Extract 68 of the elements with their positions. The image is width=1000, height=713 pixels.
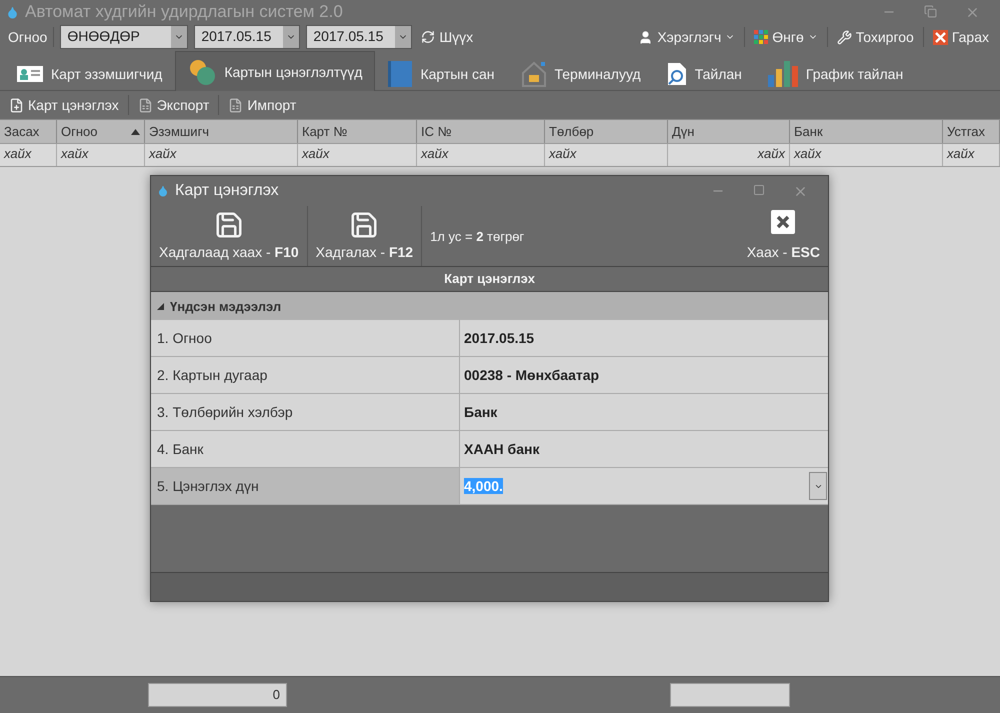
dropdown-button[interactable] xyxy=(809,472,827,500)
close-button[interactable]: Хаах - ESC xyxy=(738,206,828,266)
filter-cell[interactable]: хайх xyxy=(57,144,145,166)
property-value: ХААН банк xyxy=(464,441,540,457)
toolbar-button[interactable]: Карт цэнэглэх xyxy=(6,97,122,113)
save-button[interactable]: Хадгалаад хаах - F10 xyxy=(151,206,308,266)
filter-cell[interactable]: хайх xyxy=(545,144,668,166)
spreadsheet-icon xyxy=(228,98,244,112)
property-value: 2017.05.15 xyxy=(464,330,534,346)
refresh-icon xyxy=(421,30,436,44)
filter-cell[interactable]: хайх xyxy=(668,144,790,166)
date-to-field[interactable]: 2017.05.15 xyxy=(306,25,412,49)
property-label: 2. Картын дугаар xyxy=(151,357,460,393)
filter-cell[interactable]: хайх xyxy=(943,144,1000,166)
user-icon xyxy=(638,30,654,44)
filter-button[interactable]: Шүүх xyxy=(418,29,476,45)
menu-item[interactable]: Өнгө xyxy=(751,29,821,45)
tab[interactable]: Тайлан xyxy=(654,55,755,91)
property-label: 3. Төлбөрийн хэлбэр xyxy=(151,394,460,430)
tab[interactable]: Картын цэнэглэлтүүд xyxy=(175,51,376,91)
menu-item[interactable]: Гарах xyxy=(930,29,992,45)
toolbar-button[interactable]: Экспорт xyxy=(134,97,212,113)
house-icon xyxy=(520,60,546,86)
total-field: 0 xyxy=(148,683,287,707)
id-card-icon xyxy=(17,66,43,82)
save-button[interactable]: Хадгалах - F12 xyxy=(308,206,422,266)
spreadsheet-icon xyxy=(138,98,153,112)
restore-icon[interactable] xyxy=(924,4,937,18)
dialog-title: Карт цэнэглэх xyxy=(175,182,280,200)
date-label: Огноо xyxy=(8,29,48,45)
form-caption: Карт цэнэглэх xyxy=(151,266,828,292)
date-from-field[interactable]: 2017.05.15 xyxy=(194,25,300,49)
close-icon xyxy=(932,30,948,44)
menu-item[interactable]: Хэрэглэгч xyxy=(635,29,738,45)
filter-cell[interactable]: хайх xyxy=(417,144,545,166)
settings-icon xyxy=(836,30,852,44)
tab[interactable]: Карт эзэмшигчид xyxy=(4,55,176,91)
property-value: 00238 - Мөнхбаатар xyxy=(464,367,600,383)
book-icon xyxy=(388,60,412,86)
collapse-icon xyxy=(157,302,164,310)
toolbar-button[interactable]: Импорт xyxy=(225,97,300,113)
drop-icon xyxy=(157,185,169,197)
tab[interactable]: Терминалууд xyxy=(508,55,654,91)
group-header[interactable]: Үндсэн мэдээлэл xyxy=(151,292,828,320)
save-icon xyxy=(214,210,244,240)
rate-text: 1л ус = 2 төгрөг xyxy=(429,228,526,244)
tab[interactable]: Картын сан xyxy=(375,55,508,91)
filter-cell[interactable]: хайх xyxy=(298,144,417,166)
new-file-icon xyxy=(9,98,24,112)
filter-cell[interactable]: хайх xyxy=(790,144,943,166)
coins-icon xyxy=(188,58,216,86)
filter-cell[interactable]: хайх xyxy=(145,144,298,166)
period-dropdown[interactable]: ӨНӨӨДӨР xyxy=(60,25,188,49)
property-label: 5. Цэнэглэх дүн xyxy=(151,468,460,504)
save-icon xyxy=(349,210,380,240)
window-title: Автомат худгийн удирдлагын систем 2.0 xyxy=(25,2,344,22)
filter-cell[interactable]: хайх xyxy=(0,144,57,166)
maximize-icon[interactable] xyxy=(753,184,765,196)
report-icon xyxy=(666,62,687,86)
drop-icon xyxy=(6,6,19,18)
close-icon xyxy=(771,210,796,234)
property-label: 4. Банк xyxy=(151,431,460,467)
tab[interactable]: График тайлан xyxy=(754,55,916,91)
property-value: Банк xyxy=(464,404,498,420)
bar-chart-icon xyxy=(768,60,798,86)
property-label: 1. Огноо xyxy=(151,320,460,356)
grid-icon xyxy=(754,30,768,44)
menu-item[interactable]: Тохиргоо xyxy=(834,29,917,45)
